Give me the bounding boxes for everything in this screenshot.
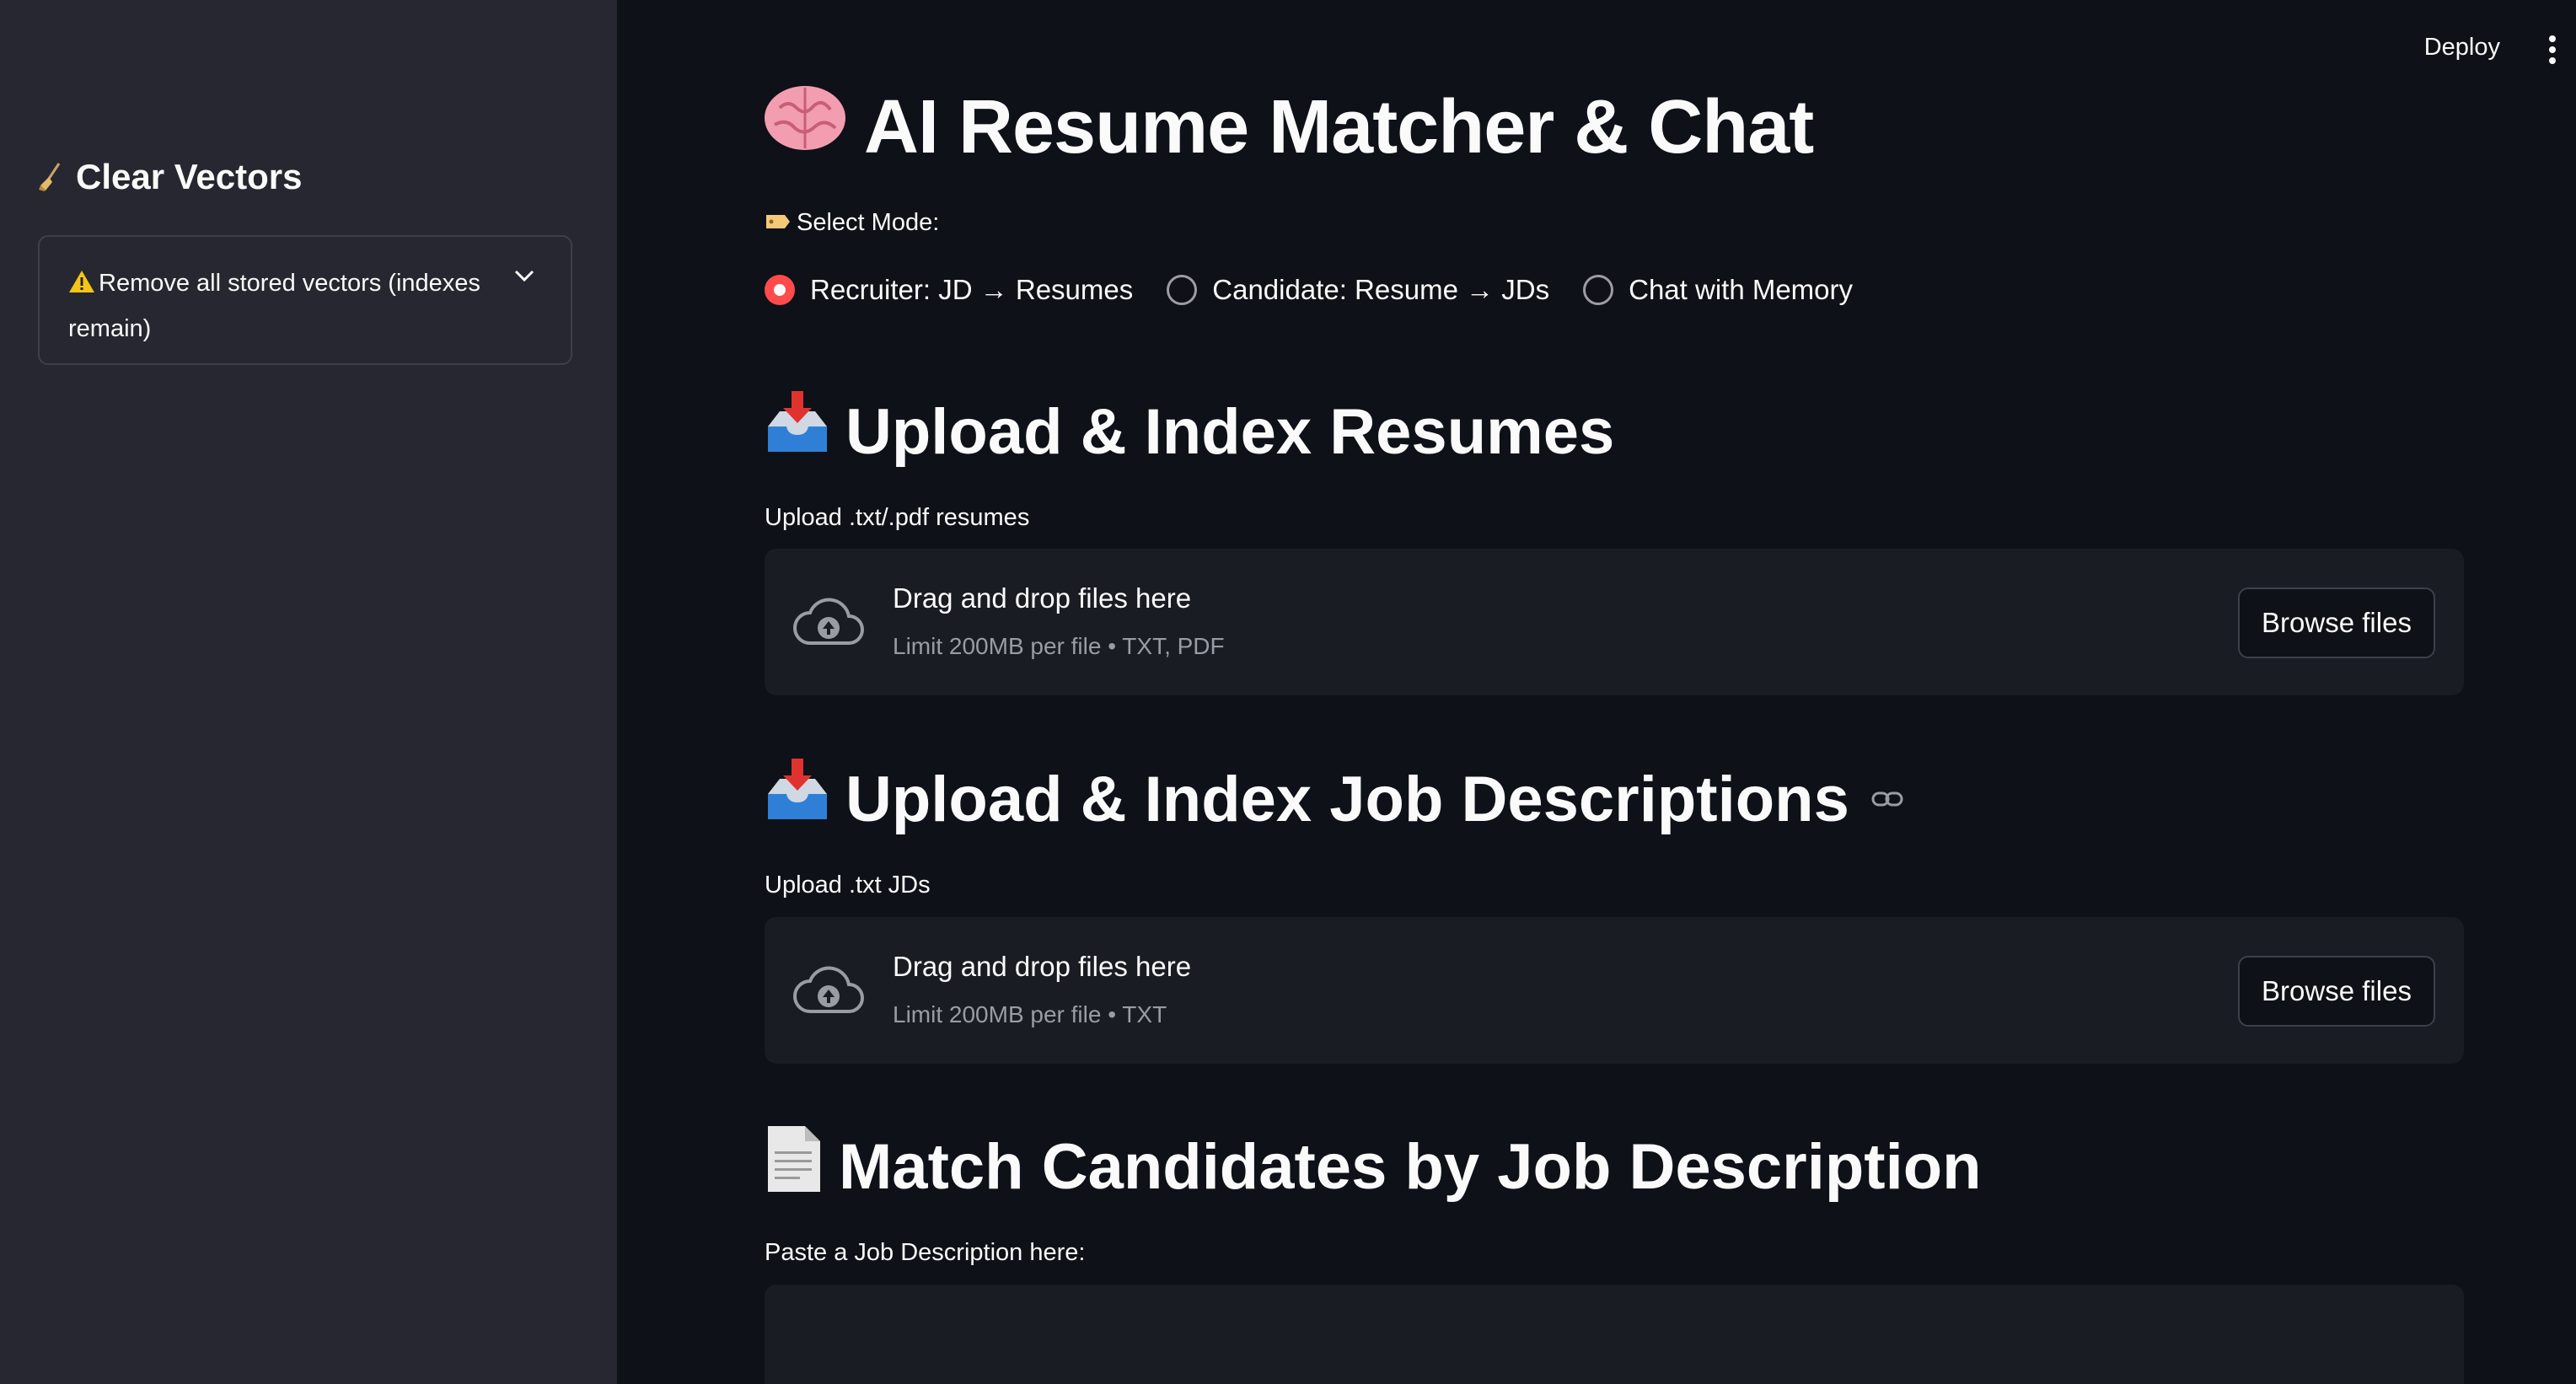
radio-chat-memory[interactable]: Chat with Memory [1583,274,1853,306]
cloud-upload-icon [793,963,864,1021]
radio-recruiter[interactable]: Recruiter: JD → Resumes [765,274,1133,306]
sidebar-title-text: Clear Vectors [76,157,303,196]
expander-label: Remove all stored vectors (indexes remai… [68,262,490,350]
radio-label: Candidate: Resume → JDs [1212,274,1550,305]
page-title: AI Resume Matcher & Chat [763,83,1814,172]
page-title-text: AI Resume Matcher & Chat [864,84,1814,169]
jd-textarea-label: Paste a Job Description here: [765,1239,1086,1266]
dropzone-limit: Limit 200MB per file • TXT, PDF [893,633,1225,659]
jd-textarea[interactable] [765,1285,2464,1384]
clear-vectors-expander[interactable]: Remove all stored vectors (indexes remai… [38,235,572,365]
radio-label: Recruiter: JD → Resumes [810,274,1134,305]
brain-icon [763,83,847,172]
section-heading-match: Match Candidates by Job Description [763,1124,1982,1209]
radio-candidate[interactable]: Candidate: Resume → JDs [1167,274,1549,306]
dropzone-title: Drag and drop files here [893,582,1192,614]
dropzone-limit: Limit 200MB per file • TXT [893,1001,1167,1027]
browse-files-button[interactable]: Browse files [2238,587,2435,658]
deploy-button[interactable]: Deploy [2424,34,2500,62]
select-mode-label: Select Mode: [765,209,939,237]
document-icon [763,1124,825,1209]
sidebar-title: Clear Vectors [37,157,303,197]
inbox-tray-icon [763,757,832,841]
cloud-upload-icon [793,594,864,652]
warning-icon [68,266,95,308]
section-heading-text: Match Candidates by Job Description [839,1130,1982,1203]
main-content: Deploy AI Resume Matcher & Chat Select M… [617,0,2576,1384]
section-heading-text: Upload & Index Job Descriptions [845,763,1849,835]
section-heading-resumes: Upload & Index Resumes [763,389,1614,474]
main-menu-icon[interactable] [2547,35,2557,64]
link-icon[interactable] [1871,791,1903,807]
tag-icon [765,209,792,237]
broom-icon [37,162,62,192]
section-heading-jds: Upload & Index Job Descriptions [763,757,1903,841]
jd-dropzone[interactable]: Drag and drop files here Limit 200MB per… [765,917,2464,1064]
resume-dropzone[interactable]: Drag and drop files here Limit 200MB per… [765,549,2464,695]
browse-files-button[interactable]: Browse files [2238,956,2435,1027]
radio-dot[interactable] [765,275,795,305]
section-heading-text: Upload & Index Resumes [845,395,1615,468]
radio-label: Chat with Memory [1629,274,1854,305]
radio-dot[interactable] [1167,275,1198,305]
expander-label-text: Remove all stored vectors (indexes remai… [68,270,480,342]
app-root: Clear Vectors Remove all stored vectors … [0,0,2576,1384]
sidebar: Clear Vectors Remove all stored vectors … [0,0,617,1384]
jd-uploader-label: Upload .txt JDs [765,872,931,899]
radio-dot[interactable] [1583,275,1614,305]
dropzone-title: Drag and drop files here [893,951,1192,982]
resume-uploader-label: Upload .txt/.pdf resumes [765,504,1030,531]
chevron-down-icon[interactable] [513,269,535,287]
inbox-tray-icon [763,389,832,474]
mode-radio-group: Recruiter: JD → Resumes Candidate: Resum… [765,274,1853,306]
select-mode-text: Select Mode: [797,209,940,236]
